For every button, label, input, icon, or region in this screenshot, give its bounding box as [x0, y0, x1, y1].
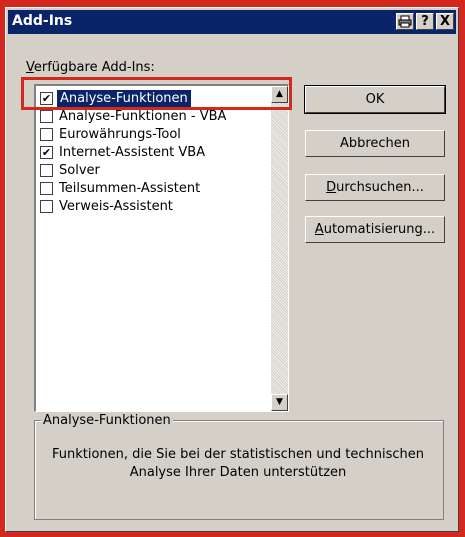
- addin-list-item[interactable]: Analyse-Funktionen - VBA: [40, 108, 271, 126]
- help-button[interactable]: ?: [416, 13, 434, 30]
- scroll-down-button[interactable]: ▼: [271, 394, 288, 411]
- selection-highlight-frame: [21, 77, 292, 110]
- addins-listbox[interactable]: ✔ Analyse-Funktionen Analyse-Funktionen - …: [34, 84, 289, 412]
- addin-list-item[interactable]: Teilsummen-Assistent: [40, 180, 271, 198]
- addin-label: Analyse-Funktionen - VBA: [59, 109, 227, 124]
- addin-label: Verweis-Assistent: [59, 199, 173, 214]
- addin-checkbox[interactable]: [40, 128, 53, 141]
- addin-list-item[interactable]: Solver: [40, 162, 271, 180]
- addin-label: Internet-Assistent VBA: [59, 145, 206, 160]
- available-addins-label: Verfügbare Add-Ins:: [26, 60, 155, 75]
- cancel-button[interactable]: Abbrechen: [305, 130, 445, 157]
- addin-checkbox[interactable]: [40, 182, 53, 195]
- addin-list-item[interactable]: ✔ Internet-Assistent VBA: [40, 144, 271, 162]
- addin-label: Teilsummen-Assistent: [59, 181, 201, 196]
- window-title: Add-Ins: [12, 13, 73, 29]
- listbox-scrollbar[interactable]: ▲ ▼: [271, 86, 288, 411]
- title-bar[interactable]: Add-Ins ? X: [8, 10, 456, 34]
- addin-checkbox[interactable]: [40, 110, 53, 123]
- addin-checkbox[interactable]: ✔: [40, 146, 53, 159]
- description-text: Funktionen, die Sie bei der statistische…: [51, 447, 425, 480]
- ok-button[interactable]: OK: [304, 85, 446, 114]
- addin-list-item[interactable]: Verweis-Assistent: [40, 198, 271, 216]
- addin-label: Solver: [59, 163, 100, 178]
- browse-button[interactable]: Durchsuchen...: [305, 174, 445, 201]
- addin-checkbox[interactable]: [40, 200, 53, 213]
- description-title: Analyse-Funktionen: [41, 413, 173, 428]
- add-ins-dialog: Add-Ins ? X Verfügbare Add-Ins: ✔ Analyse…: [5, 7, 459, 532]
- automation-button[interactable]: Automatisierung...: [305, 216, 445, 243]
- addin-label: Eurowährungs-Tool: [59, 127, 181, 142]
- printer-icon[interactable]: [396, 13, 414, 30]
- addin-list-item[interactable]: Eurowährungs-Tool: [40, 126, 271, 144]
- close-button[interactable]: X: [436, 13, 454, 30]
- addin-checkbox[interactable]: [40, 164, 53, 177]
